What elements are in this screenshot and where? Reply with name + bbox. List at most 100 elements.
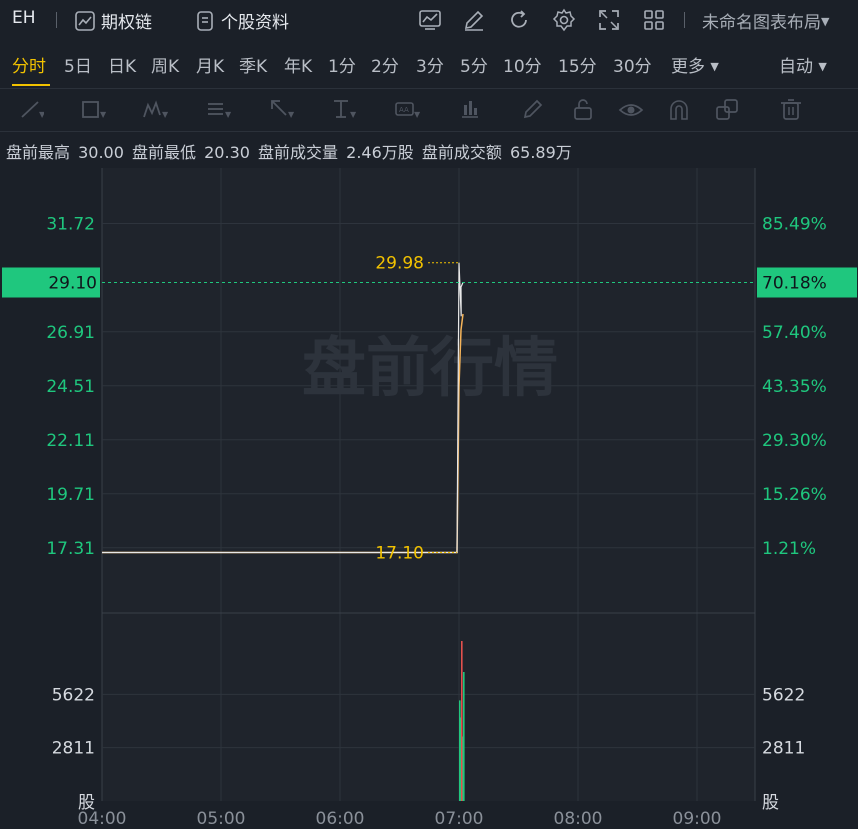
pct-tick-label: 29.30%: [762, 431, 827, 451]
time-tick-label: 07:00: [435, 809, 484, 829]
active-tab-underline: [12, 84, 50, 86]
auto-scale-button[interactable]: 自动 ▼: [779, 52, 827, 77]
svg-text:▼: ▼: [350, 110, 356, 119]
tab-period-5[interactable]: 季K: [239, 52, 267, 77]
edit-icon[interactable]: [462, 8, 486, 32]
svg-text:AA: AA: [399, 106, 409, 114]
tab-period-6[interactable]: 年K: [284, 52, 312, 77]
caret-down-icon: ▼: [818, 60, 827, 73]
price-tick-label: 17.31: [46, 539, 95, 559]
more-label: 更多: [671, 57, 705, 77]
caret-down-icon: ▼: [821, 15, 830, 28]
tab-period-13[interactable]: 30分: [613, 52, 652, 77]
volume-tick-label-right: 2811: [762, 739, 805, 759]
volume-bar: [459, 700, 461, 801]
volume-tick-label-right: 5622: [762, 685, 805, 705]
tab-period-4[interactable]: 月K: [196, 52, 224, 77]
measure-tool-icon[interactable]: ▼: [330, 97, 357, 123]
svg-text:▼: ▼: [100, 110, 106, 119]
fullscreen-icon[interactable]: [597, 8, 621, 32]
brush-icon[interactable]: [520, 97, 546, 123]
label-tool-icon[interactable]: AA ▼: [394, 97, 421, 123]
symbol-label[interactable]: EH: [12, 8, 36, 28]
caret-down-icon: ▼: [710, 60, 719, 73]
volume-bar: [463, 672, 465, 801]
pct-tick-label: 85.49%: [762, 215, 827, 235]
document-icon: [197, 11, 213, 31]
low-price-label: 17.10: [375, 544, 424, 564]
lock-icon[interactable]: [570, 97, 596, 123]
current-pct-label: 70.18%: [762, 274, 827, 294]
chart-box-icon: [75, 11, 95, 31]
time-axis: 04:00 05:00 06:00 07:00 08:00 09:00: [78, 809, 722, 829]
tab-period-3[interactable]: 周K: [151, 52, 179, 77]
svg-text:▼: ▼: [39, 110, 44, 119]
price-tick-label: 24.51: [46, 377, 95, 397]
line-tool-icon[interactable]: ▼: [18, 97, 46, 123]
premarket-info: 盘前最高 30.00 盘前最低 20.30 盘前成交量 2.46万股 盘前成交额…: [6, 139, 575, 163]
refresh-icon[interactable]: [507, 8, 531, 32]
bar-tool-icon[interactable]: [458, 97, 484, 123]
pct-tick-label: 1.21%: [762, 539, 816, 559]
settings-icon[interactable]: [552, 8, 576, 32]
volume-value: 2.46万股: [346, 143, 414, 162]
tab-period-11[interactable]: 10分: [503, 52, 542, 77]
text-tool-icon[interactable]: ▼: [205, 97, 232, 123]
drawing-toolbar: ▼ ▼ ▼ ▼ ▼ ▼ AA ▼: [0, 88, 858, 132]
svg-text:▼: ▼: [162, 110, 168, 119]
watermark-text: 盘前行情: [302, 332, 558, 406]
magnet-icon[interactable]: [666, 97, 692, 123]
auto-label: 自动: [779, 57, 813, 77]
svg-text:▼: ▼: [414, 110, 420, 119]
tab-period-0[interactable]: 分时: [12, 52, 46, 77]
volume-tick-label-left: 5622: [52, 685, 95, 705]
stock-profile-button[interactable]: 个股资料: [194, 8, 289, 33]
low-label: 盘前最低: [132, 143, 197, 162]
time-tick-label: 06:00: [316, 809, 365, 829]
tab-period-12[interactable]: 15分: [558, 52, 597, 77]
price-axis-left: 31.72 26.91 24.51 22.11 19.71 17.31: [46, 215, 95, 559]
current-price-label: 29.10: [48, 274, 97, 294]
tab-period-8[interactable]: 2分: [371, 52, 399, 77]
more-periods-button[interactable]: 更多 ▼: [671, 52, 719, 77]
price-tick-label: 19.71: [46, 485, 95, 505]
price-tick-label: 26.91: [46, 323, 95, 343]
options-chain-label: 期权链: [101, 13, 152, 33]
wave-tool-icon[interactable]: ▼: [142, 97, 169, 123]
volume-tick-label-left: 2811: [52, 739, 95, 759]
trash-icon[interactable]: [778, 97, 804, 123]
volume-label: 盘前成交量: [258, 143, 339, 162]
time-tick-label: 04:00: [78, 809, 127, 829]
layers-icon[interactable]: [714, 97, 740, 123]
pct-tick-label: 43.35%: [762, 377, 827, 397]
svg-text:▼: ▼: [225, 110, 231, 119]
time-tick-label: 05:00: [197, 809, 246, 829]
volume-unit-right: 股: [762, 793, 779, 813]
period-tabs: 分时 5日 日K 周K 月K 季K 年K 1分 2分 3分 5分 10分 15分…: [0, 42, 858, 86]
intraday-chart[interactable]: 盘前行情 31.72 26.91 24.51 22.11 19.71 17.31 85.4…: [0, 168, 858, 829]
amount-value: 65.89万: [509, 143, 572, 162]
time-tick-label: 09:00: [673, 809, 722, 829]
amount-label: 盘前成交额: [421, 143, 502, 162]
tab-period-7[interactable]: 1分: [328, 52, 356, 77]
tab-period-9[interactable]: 3分: [416, 52, 444, 77]
price-tick-label: 22.11: [46, 431, 95, 451]
time-tick-label: 08:00: [554, 809, 603, 829]
rectangle-tool-icon[interactable]: ▼: [80, 97, 107, 123]
eye-icon[interactable]: [618, 97, 644, 123]
high-price-label: 29.98: [375, 254, 424, 274]
layout-selector[interactable]: 未命名图表布局▼: [702, 8, 829, 33]
svg-text:▼: ▼: [288, 110, 294, 119]
low-value: 20.30: [204, 143, 250, 162]
pct-tick-label: 57.40%: [762, 323, 827, 343]
chart-icon[interactable]: [418, 8, 442, 32]
arrow-tool-icon[interactable]: ▼: [268, 97, 295, 123]
tab-period-10[interactable]: 5分: [460, 52, 488, 77]
tab-period-1[interactable]: 5日: [64, 52, 92, 77]
high-label: 盘前最高: [6, 143, 71, 162]
price-tick-label: 31.72: [46, 215, 95, 235]
tab-period-2[interactable]: 日K: [108, 52, 136, 77]
stock-profile-label: 个股资料: [221, 13, 289, 33]
options-chain-button[interactable]: 期权链: [74, 8, 152, 33]
grid-icon[interactable]: [642, 8, 666, 32]
